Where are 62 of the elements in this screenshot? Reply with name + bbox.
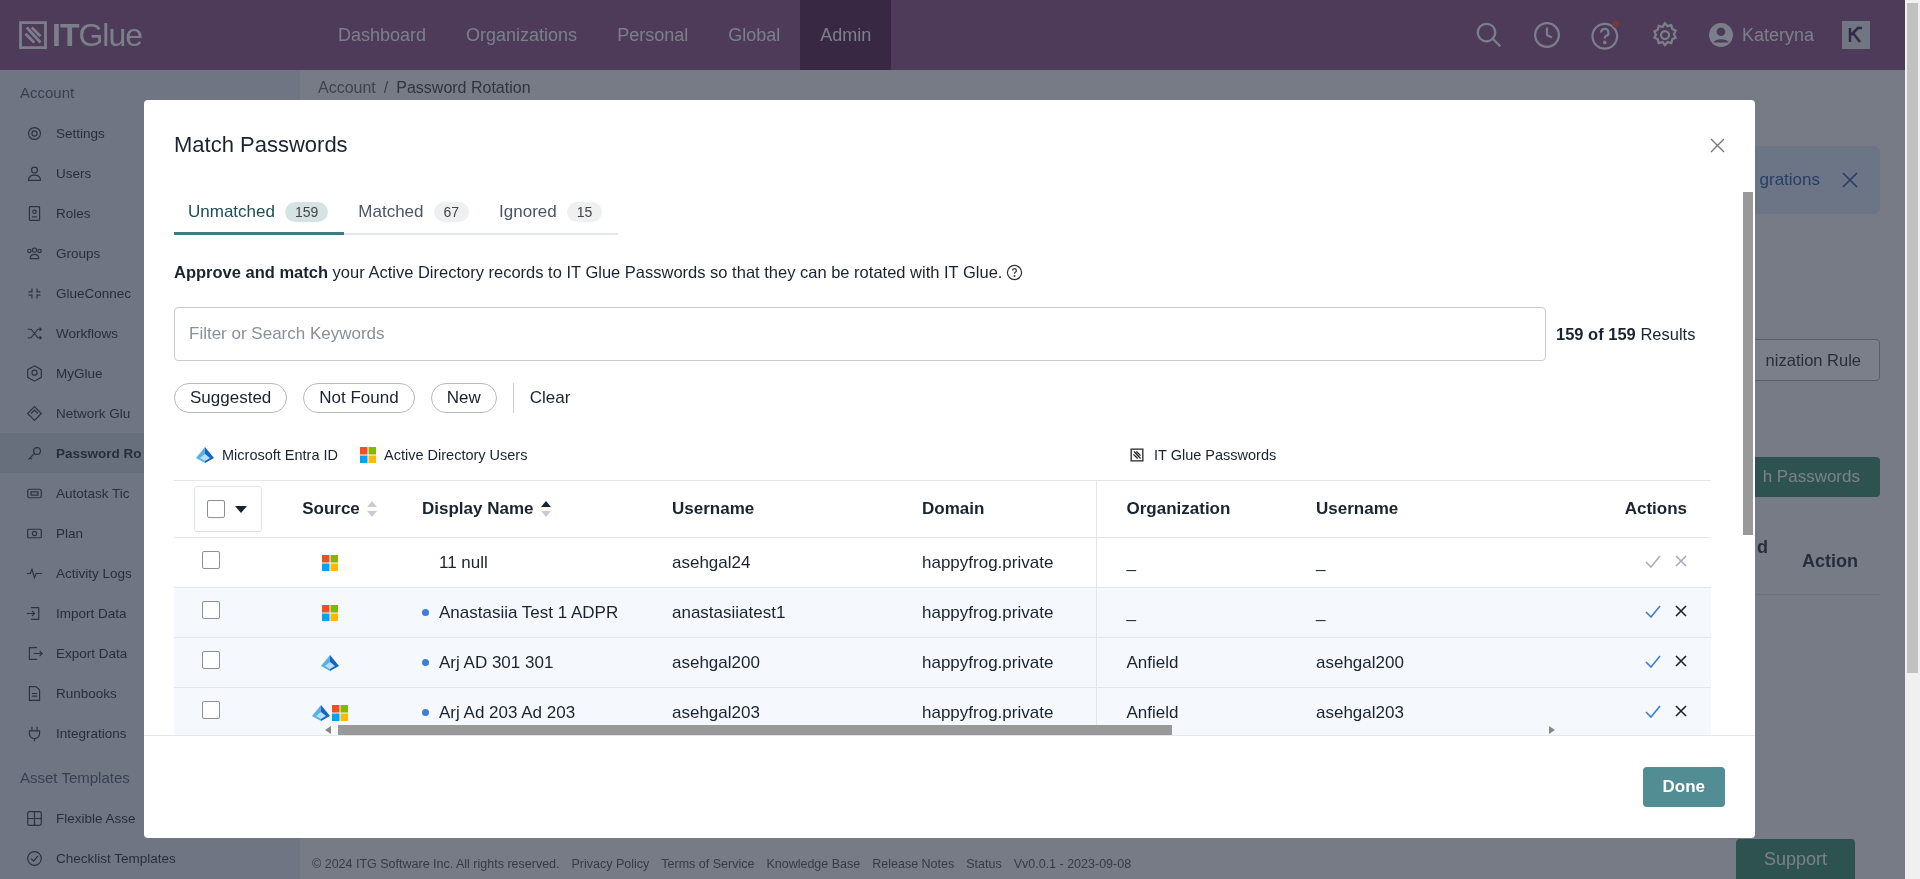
table-cell: asehgal200 (672, 652, 760, 672)
table-cell: Arj Ad 203 Ad 203 (439, 702, 576, 723)
table-cell: anastasiiatest1 (672, 602, 786, 622)
table-cell: happyfrog.private (922, 552, 1054, 572)
version-text: Vv0.0.1 - 2023-09-08 (1013, 857, 1132, 873)
sidebar-section-title: Asset Templates (19, 768, 131, 788)
sidebar-item-label: Autotask Tic (56, 485, 130, 501)
sidebar-item-label: GlueConnec (56, 285, 132, 301)
sidebar-item-label: MyGlue (56, 365, 103, 381)
legend-label: Active Directory Users (384, 447, 528, 463)
table-cell: Anfield (1126, 652, 1179, 672)
sidebar-item-label: Workflows (56, 325, 118, 341)
table-cell: happyfrog.private (922, 652, 1054, 672)
table-cell: asehgal200 (1316, 652, 1404, 672)
breadcrumb-separator: / (383, 79, 389, 97)
table-cell: Anfield (1126, 702, 1179, 722)
table-cell: _ (1126, 552, 1136, 572)
column-header: Actions (1624, 499, 1687, 519)
column-header: Source (302, 499, 360, 519)
breadcrumb-current: Password Rotation (396, 79, 531, 97)
sidebar-item-label: Settings (56, 125, 105, 141)
sidebar-item-label: Plan (56, 525, 84, 541)
dialog-title: Match Passwords (174, 132, 348, 158)
column-header: Username (672, 499, 755, 519)
count-badge: 67 (433, 202, 470, 222)
sidebar-item-label: Checklist Templates (56, 850, 176, 866)
table-cell: _ (1126, 602, 1136, 622)
sidebar-item-label: Flexible Asse (56, 810, 136, 826)
table-cell: Arj AD 301 301 (439, 652, 554, 673)
sidebar-item-label: Import Data (56, 605, 127, 621)
column-header: Domain (922, 499, 985, 519)
sidebar-item-label: Groups (56, 245, 101, 261)
legend-label: Microsoft Entra ID (222, 447, 339, 463)
sidebar-item-label: Export Data (56, 645, 128, 661)
results-count: 159 of 159 Results (1556, 324, 1697, 344)
sidebar-item-label: Users (56, 165, 92, 181)
sidebar-item-label: Integrations (56, 725, 127, 741)
table-cell: happyfrog.private (922, 602, 1054, 622)
column-header: Display Name (422, 499, 534, 519)
sidebar-section-title: Account (19, 83, 76, 103)
column-header: Organization (1126, 499, 1231, 519)
description-text: Approve and match your Active Directory records to IT Glue Passwords so that they can be rotated with IT Glue. (174, 263, 1003, 282)
table-cell: _ (1316, 602, 1326, 622)
copyright-text: © 2024 ITG Software Inc. All rights reserved. (312, 857, 560, 873)
sidebar-item-label: Roles (56, 205, 91, 221)
table-cell: asehgal203 (672, 702, 760, 722)
column-header: Action (1802, 551, 1858, 572)
count-badge: 159 (284, 202, 329, 222)
count-badge: 15 (566, 202, 603, 222)
legend-label: IT Glue Passwords (1154, 447, 1277, 463)
sidebar-item-label: Activity Logs (56, 565, 132, 581)
table-cell: happyfrog.private (922, 702, 1054, 722)
sidebar-item-label: Runbooks (56, 685, 117, 701)
table-cell: _ (1316, 552, 1326, 572)
sidebar-item-label: Password Ro (56, 445, 142, 461)
table-cell: asehgal24 (672, 552, 751, 572)
table-cell: Anastasiia Test 1 ADPR (439, 602, 619, 623)
table-cell: 11 null (439, 552, 488, 573)
table-cell: asehgal203 (1316, 702, 1404, 722)
sidebar-item-label: Network Glu (56, 405, 131, 421)
column-header: d (1757, 537, 1768, 558)
column-header: Username (1316, 499, 1399, 519)
